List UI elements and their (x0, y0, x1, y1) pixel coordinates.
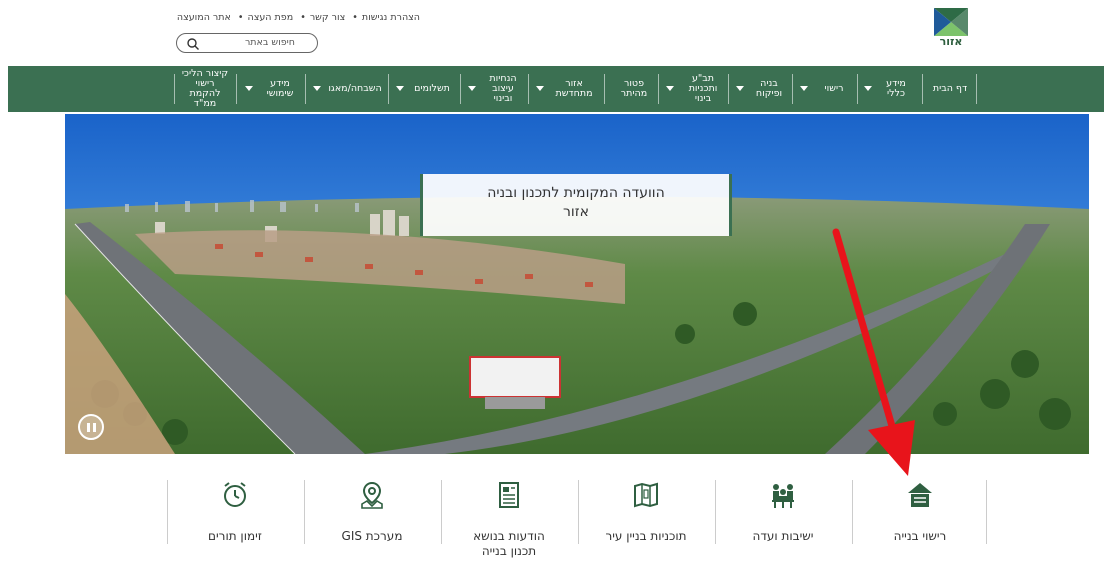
chevron-down-icon[interactable] (396, 86, 404, 91)
search-placeholder: חיפוש באתר (244, 37, 295, 48)
nav-label: השבחה/מאגו (328, 83, 382, 94)
nav-item-safe-room-licensing[interactable]: קיצור הליכי רישוי להקמת ממ"ד (180, 66, 230, 112)
top-bar: אזור הצהרת נגישות• צור קשר• מפת העצה• את… (0, 0, 1104, 66)
service-gis[interactable]: מערכת GIS (304, 478, 440, 568)
nav-separator (922, 74, 923, 104)
hero-title-box: הוועדה המקומית לתכנון ובניה אזור (420, 174, 732, 236)
nav-separator (236, 74, 237, 104)
nav-label: דף הבית (932, 83, 968, 94)
hero-title: הוועדה המקומית לתכנון ובניה (487, 185, 665, 201)
chevron-down-icon[interactable] (313, 86, 321, 91)
nav-label: בניה ופיקוח (755, 78, 783, 99)
nav-item-design-guidelines[interactable]: הנחיות עיצוב ובינוי (482, 66, 524, 112)
nav-label: פטור מהיתר (620, 78, 648, 99)
search-input[interactable]: חיפוש באתר (176, 33, 318, 53)
chevron-down-icon[interactable] (468, 86, 476, 91)
council-site-link[interactable]: אתר המועצה (177, 12, 231, 23)
meeting-icon (772, 484, 794, 508)
nav-item-permit-exemption[interactable]: פטור מהיתר (612, 66, 656, 112)
nav-label: אזור מתחדשת (555, 78, 593, 99)
nav-item-useful-info[interactable]: מידע שימושי (260, 66, 300, 112)
nav-item-general-info[interactable]: מידע כללי (878, 66, 914, 112)
nav-label: תשלומים (414, 83, 450, 94)
alarm-clock-icon (224, 482, 246, 507)
service-label: ישיבות ועדה (752, 529, 814, 543)
pause-button[interactable] (78, 414, 104, 440)
nav-separator (528, 74, 529, 104)
service-label: תוכניות בניין עיר (605, 529, 687, 543)
nav-label: מידע שימושי (266, 78, 294, 99)
accessibility-link[interactable]: הצהרת נגישות (362, 12, 420, 23)
service-building-licensing[interactable]: רישוי בנייה (852, 478, 988, 568)
map-pin-icon (361, 481, 383, 509)
pause-icon (93, 423, 96, 432)
nav-separator (174, 74, 175, 104)
chevron-down-icon[interactable] (864, 86, 872, 91)
hero-subtitle: אזור (563, 204, 589, 220)
nav-separator (728, 74, 729, 104)
service-planning-notices[interactable]: הודעות בנושא תכנון בנייה (441, 478, 577, 568)
service-city-plans[interactable]: תוכניות בניין עיר (578, 478, 714, 568)
nav-separator (305, 74, 306, 104)
service-committee-meetings[interactable]: ישיבות ועדה (715, 478, 851, 568)
chevron-down-icon[interactable] (736, 86, 744, 91)
service-appointments[interactable]: זימון תורים (167, 478, 303, 568)
contact-link[interactable]: צור קשר (310, 12, 345, 23)
services-row: זימון תורים מערכת GIS הודעות בנושא תכנון… (167, 478, 987, 568)
nav-separator (857, 74, 858, 104)
hero-panorama (65, 114, 1089, 454)
nav-label: מידע כללי (886, 78, 906, 99)
nav-item-renewal[interactable]: אזור מתחדשת (548, 66, 600, 112)
chevron-down-icon[interactable] (245, 86, 253, 91)
main-nav: דף הבית מידע כללי רישוי בניה ופיקוח תב"ע… (8, 66, 1104, 112)
nav-item-home[interactable]: דף הבית (924, 66, 976, 112)
notice-icon (499, 482, 519, 508)
logo-text: אזור (939, 35, 963, 48)
nav-item-licensing[interactable]: רישוי (814, 66, 854, 112)
top-links: הצהרת נגישות• צור קשר• מפת העצה• אתר המו… (176, 12, 420, 23)
nav-item-payments[interactable]: תשלומים (408, 66, 456, 112)
nav-separator (604, 74, 605, 104)
nav-label: הנחיות עיצוב ובינוי (489, 73, 517, 104)
chevron-down-icon[interactable] (666, 86, 674, 91)
search-icon[interactable] (186, 37, 200, 51)
service-label: רישוי בנייה (893, 529, 947, 543)
nav-label: רישוי (824, 83, 844, 94)
map-book-icon (634, 482, 658, 508)
nav-item-plans[interactable]: תב"ע ותכניות בינוי (680, 66, 726, 112)
nav-label: קיצור הליכי רישוי להקמת ממ"ד (181, 68, 229, 109)
divider (986, 480, 987, 544)
nav-label: תב"ע ותכניות בינוי (688, 73, 718, 104)
nav-separator (792, 74, 793, 104)
nav-separator (976, 74, 977, 104)
aerial-city-image (65, 114, 1089, 454)
nav-separator (460, 74, 461, 104)
service-label: מערכת GIS (341, 529, 403, 543)
house-icon (908, 483, 932, 507)
chevron-down-icon[interactable] (536, 86, 544, 91)
pause-icon (87, 423, 90, 432)
nav-separator (658, 74, 659, 104)
site-map-link[interactable]: מפת העצה (248, 12, 294, 23)
nav-item-betterment[interactable]: השבחה/מאגו (326, 66, 384, 112)
chevron-down-icon[interactable] (800, 86, 808, 91)
nav-item-building-supervision[interactable]: בניה ופיקוח (750, 66, 788, 112)
nav-separator (388, 74, 389, 104)
service-label: הודעות בנושא תכנון בנייה (473, 529, 545, 558)
service-label: זימון תורים (208, 529, 262, 543)
